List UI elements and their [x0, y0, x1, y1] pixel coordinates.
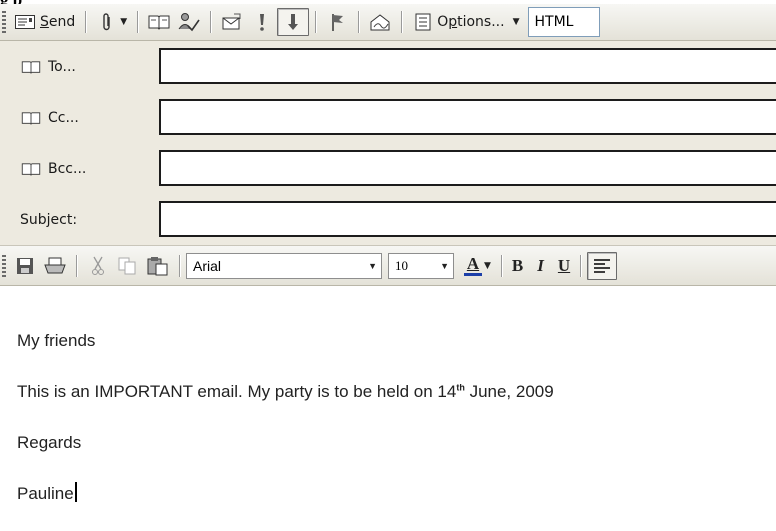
font-color-icon: A — [464, 255, 482, 276]
subject-row: Subject: — [0, 194, 776, 245]
bold-button[interactable]: B — [508, 252, 527, 280]
to-row: To... — [0, 41, 776, 92]
signature-icon — [369, 11, 391, 33]
separator — [85, 11, 87, 33]
to-field[interactable] — [159, 48, 776, 84]
cut-button[interactable] — [83, 252, 113, 280]
options-icon — [412, 11, 434, 33]
chevron-down-icon[interactable]: ▼ — [368, 261, 377, 271]
print-button[interactable] — [40, 252, 70, 280]
toolbar-grip[interactable] — [2, 254, 6, 277]
chevron-down-icon[interactable]: ▼ — [440, 261, 449, 271]
save-button[interactable] — [10, 252, 40, 280]
underline-button[interactable]: U — [554, 252, 574, 280]
cc-button[interactable]: Cc... — [20, 92, 79, 143]
to-label: To... — [48, 58, 76, 75]
address-book-icon — [20, 56, 42, 78]
copy-icon — [117, 255, 139, 277]
separator — [137, 11, 139, 33]
envelope-icon — [221, 11, 243, 33]
message-header: To... Cc... Bcc... Subject: — [0, 41, 776, 245]
floppy-icon — [14, 255, 36, 277]
underline-label: U — [557, 255, 571, 275]
cc-label: Cc... — [48, 109, 79, 126]
message-body[interactable]: My friends This is an IMPORTANT email. M… — [0, 287, 776, 531]
check-names-button[interactable] — [174, 8, 204, 36]
message-format-value: HTML — [534, 14, 574, 30]
bcc-button[interactable]: Bcc... — [20, 143, 86, 194]
separator — [76, 254, 77, 277]
message-format-select[interactable]: HTML — [527, 7, 600, 37]
copy-button[interactable] — [113, 252, 143, 280]
toolbar-grip[interactable] — [2, 11, 6, 33]
italic-button[interactable]: I — [533, 252, 548, 280]
separator — [210, 11, 212, 33]
separator — [500, 254, 502, 277]
options-label: Options... — [437, 14, 505, 30]
insert-item-button[interactable] — [217, 8, 247, 36]
flag-icon — [326, 11, 348, 33]
font-name-value: Arial — [193, 257, 222, 274]
separator — [358, 11, 360, 33]
exclamation-icon — [251, 11, 273, 33]
separator — [401, 11, 403, 33]
address-book-icon — [20, 158, 42, 180]
body-signature-line: Pauline — [17, 482, 77, 504]
separator — [179, 254, 180, 277]
main-toolbar: Send ▼ Options... ▼ HTML — [0, 4, 776, 41]
cc-field[interactable] — [159, 99, 776, 135]
to-button[interactable]: To... — [20, 41, 76, 92]
bcc-row: Bcc... — [0, 143, 776, 194]
check-names-icon — [178, 11, 200, 33]
subject-label: Subject: — [20, 211, 78, 228]
signature-button[interactable] — [365, 8, 395, 36]
scissors-icon — [87, 255, 109, 277]
address-book-icon — [20, 107, 42, 129]
printer-icon — [44, 255, 66, 277]
bold-label: B — [511, 255, 524, 275]
font-color-button[interactable]: A ▼ — [460, 252, 495, 280]
send-mnemonic: S — [40, 14, 49, 30]
attach-button[interactable]: ▼ — [92, 8, 131, 36]
bcc-field[interactable] — [159, 150, 776, 186]
align-left-button[interactable] — [587, 251, 618, 280]
address-book-icon — [148, 11, 170, 33]
chevron-down-icon[interactable]: ▼ — [484, 261, 491, 271]
italic-label: I — [537, 255, 544, 275]
paste-icon — [147, 255, 169, 277]
address-book-button[interactable] — [144, 8, 174, 36]
subject-field[interactable] — [159, 201, 776, 237]
options-button[interactable]: Options... ▼ — [408, 8, 523, 36]
chevron-down-icon[interactable]: ▼ — [513, 17, 520, 27]
body-signature: Pauline — [17, 484, 74, 503]
bcc-label: Bcc... — [48, 160, 87, 177]
down-arrow-icon — [282, 11, 304, 33]
send-label: end — [48, 14, 76, 30]
send-envelope-icon — [14, 11, 36, 33]
follow-up-flag-button[interactable] — [322, 8, 352, 36]
date-ordinal-superscript: th — [456, 382, 465, 393]
importance-high-button[interactable] — [247, 8, 277, 36]
font-color-swatch — [464, 273, 482, 276]
align-left-icon — [591, 255, 613, 277]
font-name-select[interactable]: Arial ▼ — [186, 252, 382, 279]
font-size-select[interactable]: 10 ▼ — [388, 252, 454, 279]
text-cursor — [74, 482, 77, 502]
font-size-value: 10 — [395, 257, 408, 273]
body-closing: Regards — [17, 433, 82, 452]
formatting-toolbar: Arial ▼ 10 ▼ A ▼ B I U — [0, 245, 776, 286]
paperclip-icon — [96, 11, 118, 33]
separator — [315, 11, 317, 33]
send-button[interactable]: Send — [10, 8, 79, 36]
body-message: This is an IMPORTANT email. My party is … — [17, 382, 554, 401]
importance-low-button[interactable] — [277, 8, 310, 36]
chevron-down-icon[interactable]: ▼ — [120, 17, 127, 27]
separator — [580, 254, 582, 277]
cc-row: Cc... — [0, 92, 776, 143]
paste-button[interactable] — [143, 252, 173, 280]
body-greeting: My friends — [17, 331, 96, 350]
